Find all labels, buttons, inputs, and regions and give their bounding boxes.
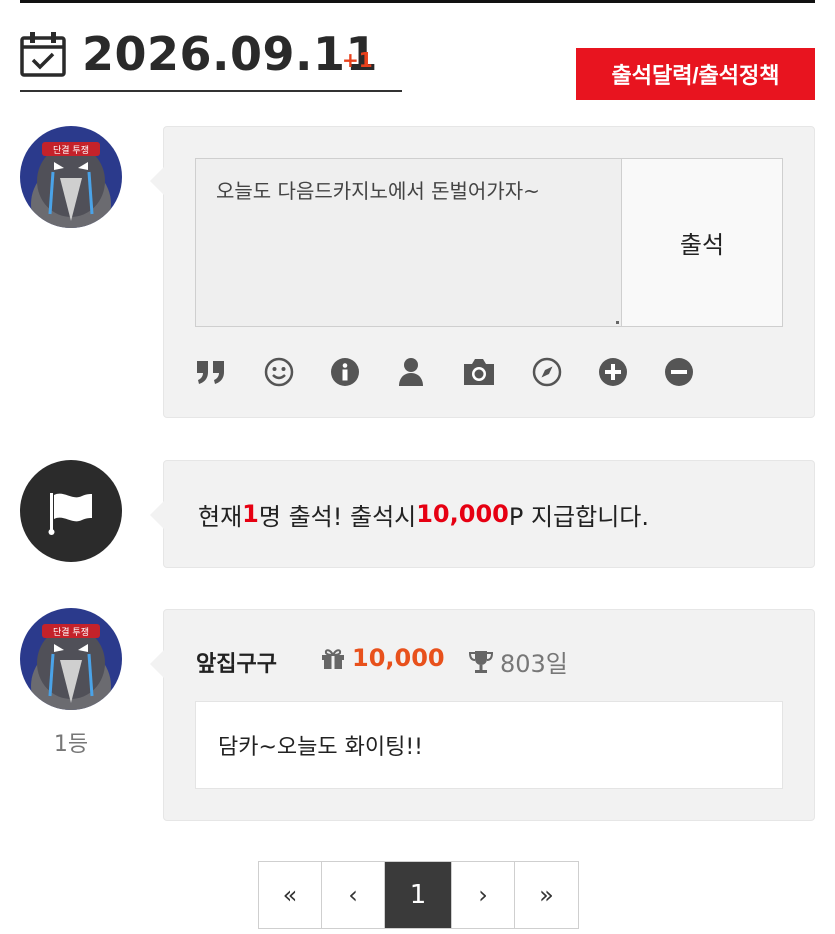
reward-points: 10,000 — [416, 500, 509, 528]
date-title: 2026.09.11 — [82, 27, 379, 81]
page-number-current[interactable]: 1 — [385, 862, 452, 928]
attendee-count: 1 — [242, 500, 259, 528]
last-page-button[interactable]: » — [515, 862, 578, 928]
camera-icon[interactable] — [460, 355, 498, 389]
attend-submit-button[interactable]: 출석 — [621, 158, 783, 327]
calendar-check-icon — [20, 32, 66, 77]
svg-text:단결 투쟁: 단결 투쟁 — [53, 627, 89, 638]
entry-days: 803일 — [468, 644, 568, 679]
card-arrow — [150, 501, 164, 529]
notice-middle: 명 출석! 출석시 — [258, 502, 417, 531]
resize-handle[interactable] — [616, 321, 619, 324]
svg-text:단결 투쟁: 단결 투쟁 — [53, 145, 89, 156]
user-icon[interactable] — [394, 355, 428, 389]
pagination: « ‹ 1 › » — [258, 861, 579, 929]
notice-suffix: P 지급합니다. — [508, 502, 649, 531]
avatar: 단결 투쟁 — [20, 126, 122, 228]
notice-prefix: 현재 — [198, 502, 243, 531]
entry-points: 10,000 — [320, 644, 445, 672]
notice-card: 현재 1명 출석! 출석시 10,000 P 지급합니다. — [150, 460, 815, 568]
trophy-icon — [468, 650, 494, 673]
gift-icon — [322, 649, 344, 669]
info-icon[interactable] — [328, 355, 362, 389]
smiley-icon[interactable] — [262, 355, 296, 389]
flag-avatar — [20, 460, 122, 562]
first-page-button[interactable]: « — [259, 862, 322, 928]
entry-points-value: 10,000 — [352, 644, 445, 672]
entry-days-value: 803일 — [500, 650, 568, 678]
date-header: 2026.09.11 +1 — [20, 26, 402, 92]
minus-circle-icon[interactable] — [662, 355, 696, 389]
entry-rank: 1등 — [53, 732, 89, 757]
attendance-policy-button[interactable]: 출석달력/출석정책 — [576, 48, 815, 100]
card-arrow — [150, 167, 164, 195]
attendance-entry-card: 앞집구구 10,000 803일 담카~오늘도 화이팅!! — [150, 609, 815, 821]
comment-textarea[interactable]: 오늘도 다음드카지노에서 돈벌어가자~ — [195, 158, 621, 327]
flag-icon — [48, 493, 92, 535]
comment-form-card: 오늘도 다음드카지노에서 돈벌어가자~ 출석 — [150, 126, 815, 418]
entry-avatar[interactable]: 단결 투쟁 — [20, 608, 122, 710]
prev-page-button[interactable]: ‹ — [322, 862, 385, 928]
entry-message: 담카~오늘도 화이팅!! — [195, 701, 783, 789]
attendance-count: +1 — [342, 48, 373, 72]
top-divider — [20, 0, 815, 3]
plus-circle-icon[interactable] — [596, 355, 630, 389]
compass-icon[interactable] — [530, 355, 564, 389]
quote-icon[interactable] — [194, 355, 228, 389]
notice-text: 현재 1명 출석! 출석시 10,000 P 지급합니다. — [198, 461, 649, 567]
card-arrow — [150, 650, 164, 678]
entry-username[interactable]: 앞집구구 — [196, 646, 277, 678]
comment-text: 오늘도 다음드카지노에서 돈벌어가자~ — [216, 179, 540, 203]
next-page-button[interactable]: › — [452, 862, 515, 928]
